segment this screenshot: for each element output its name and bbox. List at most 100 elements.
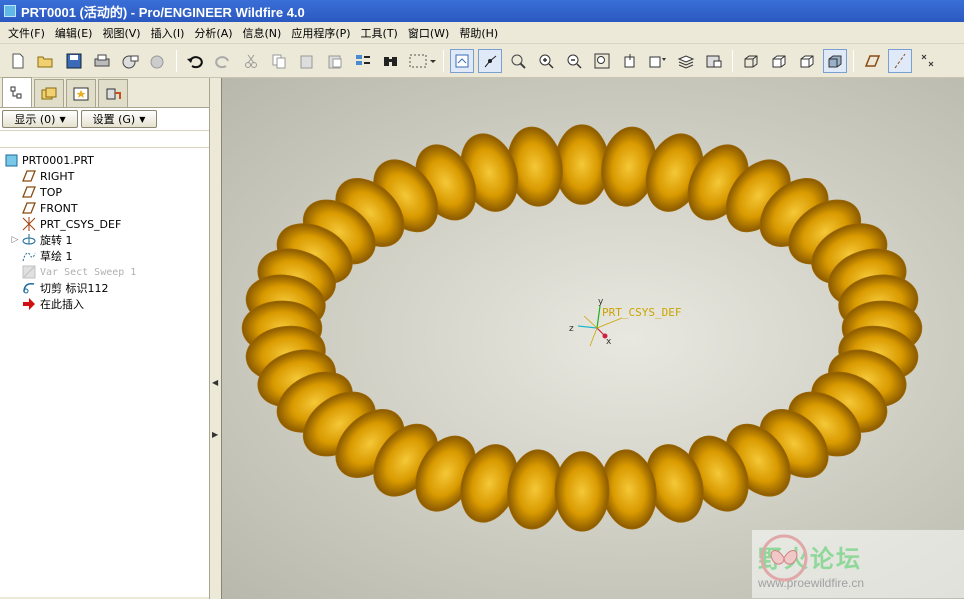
reorient-icon[interactable] xyxy=(618,49,642,73)
tree-root[interactable]: PRT0001.PRT xyxy=(0,152,209,168)
datum-plane-icon xyxy=(22,185,36,199)
expand-arrow-icon[interactable]: ▷ xyxy=(8,235,22,245)
cut-icon xyxy=(22,281,36,295)
email-attach-icon xyxy=(146,49,170,73)
tree-item-label: PRT_CSYS_DEF xyxy=(40,217,122,231)
wireframe-icon[interactable] xyxy=(739,49,763,73)
panel-splitter[interactable]: ◀ ▶ xyxy=(210,78,222,599)
new-icon[interactable] xyxy=(6,49,30,73)
toolbar-separator xyxy=(443,49,444,72)
settings-dropdown[interactable]: 设置 (G) ▼ xyxy=(81,110,157,128)
save-icon[interactable] xyxy=(62,49,86,73)
tree-root-label: PRT0001.PRT xyxy=(22,153,94,167)
sketch-icon xyxy=(22,249,36,263)
orient-mode-icon[interactable] xyxy=(506,49,530,73)
tree-item-label: 在此插入 xyxy=(40,298,84,311)
part-icon xyxy=(4,153,18,167)
favorites-tab[interactable] xyxy=(66,79,96,107)
tree-item-right[interactable]: RIGHT xyxy=(0,168,209,184)
tree-item-cut[interactable]: 切剪 标识112 xyxy=(0,280,209,296)
saved-views-icon[interactable] xyxy=(646,49,670,73)
datum-axes-icon[interactable] xyxy=(888,48,912,73)
refit-icon[interactable] xyxy=(590,49,614,73)
paste-special-icon xyxy=(323,49,347,73)
menu-edit[interactable]: 编辑(E) xyxy=(50,25,98,41)
csys-icon xyxy=(22,217,36,231)
csys-triad: y z x xyxy=(569,297,623,347)
toolbar-separator xyxy=(853,49,854,72)
tree-item-front[interactable]: FRONT xyxy=(0,200,209,216)
menu-analysis[interactable]: 分析(A) xyxy=(189,25,237,41)
torus-segment[interactable] xyxy=(554,124,610,205)
graphics-window[interactable]: y z x PRT_CSYS_DEF 野火论坛 www.proewildfire… xyxy=(222,78,964,599)
expand-right-icon[interactable]: ▶ xyxy=(212,430,219,440)
menu-window[interactable]: 窗口(W) xyxy=(403,25,454,41)
menu-file[interactable]: 文件(F) xyxy=(3,25,50,41)
datum-points-icon[interactable] xyxy=(916,49,940,73)
datum-plane-icon xyxy=(22,201,36,215)
no-hidden-icon[interactable] xyxy=(795,49,819,73)
menu-help[interactable]: 帮助(H) xyxy=(454,25,503,41)
open-icon[interactable] xyxy=(34,49,58,73)
show-dropdown[interactable]: 显示 (0) ▼ xyxy=(2,110,78,128)
axis-z-label: z xyxy=(569,324,574,334)
email-icon[interactable] xyxy=(118,49,142,73)
title-bar: PRT0001 (活动的) - Pro/ENGINEER Wildfire 4.… xyxy=(0,0,964,22)
butterfly-logo-icon xyxy=(760,534,808,582)
menu-insert[interactable]: 插入(I) xyxy=(146,25,190,41)
zoom-in-icon[interactable] xyxy=(534,49,558,73)
torus-model[interactable]: y z x xyxy=(222,78,964,599)
revolve-icon xyxy=(22,233,36,247)
view-manager-icon[interactable] xyxy=(702,49,726,73)
regenerate-icon[interactable] xyxy=(351,49,375,73)
shading-icon[interactable] xyxy=(823,48,847,73)
hidden-line-icon[interactable] xyxy=(767,49,791,73)
cut-icon xyxy=(239,49,263,73)
window-title: PRT0001 (活动的) - Pro/ENGINEER Wildfire 4.… xyxy=(21,4,305,20)
select-box-icon[interactable] xyxy=(407,49,437,73)
main-toolbar xyxy=(0,44,964,78)
datum-plane-icon xyxy=(22,169,36,183)
folder-browser-tab[interactable] xyxy=(34,79,64,107)
model-tree-tab[interactable] xyxy=(2,77,32,107)
tree-item-sketch[interactable]: 草绘 1 xyxy=(0,248,209,264)
datum-planes-icon[interactable] xyxy=(860,49,884,73)
zoom-out-icon[interactable] xyxy=(562,49,586,73)
insert-here-icon xyxy=(22,297,36,311)
torus-segment[interactable] xyxy=(554,451,610,532)
menu-tools[interactable]: 工具(T) xyxy=(356,25,403,41)
show-dropdown-label: 显示 (0) xyxy=(14,113,56,126)
menu-info[interactable]: 信息(N) xyxy=(238,25,287,41)
layers-icon[interactable] xyxy=(674,49,698,73)
tree-item-revolve[interactable]: ▷ 旋转 1 xyxy=(0,232,209,248)
tree-item-label: TOP xyxy=(40,185,63,199)
tree-item-sweep[interactable]: Var Sect Sweep 1 xyxy=(0,264,209,280)
tree-item-label: RIGHT xyxy=(40,169,75,183)
chevron-down-icon: ▼ xyxy=(139,114,146,124)
toolbar-separator xyxy=(732,49,733,72)
tree-item-csys[interactable]: PRT_CSYS_DEF xyxy=(0,216,209,232)
print-icon[interactable] xyxy=(90,49,114,73)
navigator-tabs xyxy=(0,77,209,108)
sweep-icon xyxy=(22,265,36,279)
redo-icon xyxy=(211,49,235,73)
tree-item-label: 旋转 1 xyxy=(40,234,73,247)
copy-icon xyxy=(267,49,291,73)
find-icon[interactable] xyxy=(379,49,403,73)
settings-dropdown-label: 设置 (G) xyxy=(92,113,136,126)
menu-view[interactable]: 视图(V) xyxy=(97,25,145,41)
tree-item-top[interactable]: TOP xyxy=(0,184,209,200)
tree-header-row xyxy=(0,130,209,148)
undo-icon[interactable] xyxy=(183,49,207,73)
tree-item-insert-here[interactable]: 在此插入 xyxy=(0,296,209,312)
repaint-icon[interactable] xyxy=(450,48,474,73)
toolbar-separator xyxy=(176,49,177,72)
tree-item-label: 草绘 1 xyxy=(40,250,73,263)
connections-tab[interactable] xyxy=(98,79,128,107)
tree-item-label: 切剪 标识112 xyxy=(40,282,109,295)
spin-center-icon[interactable] xyxy=(478,48,502,73)
tree-item-label: Var Sect Sweep 1 xyxy=(40,266,137,278)
menu-applications[interactable]: 应用程序(P) xyxy=(286,25,355,41)
menu-bar: 文件(F) 编辑(E) 视图(V) 插入(I) 分析(A) 信息(N) 应用程序… xyxy=(0,22,964,44)
collapse-left-icon[interactable]: ◀ xyxy=(212,378,219,388)
